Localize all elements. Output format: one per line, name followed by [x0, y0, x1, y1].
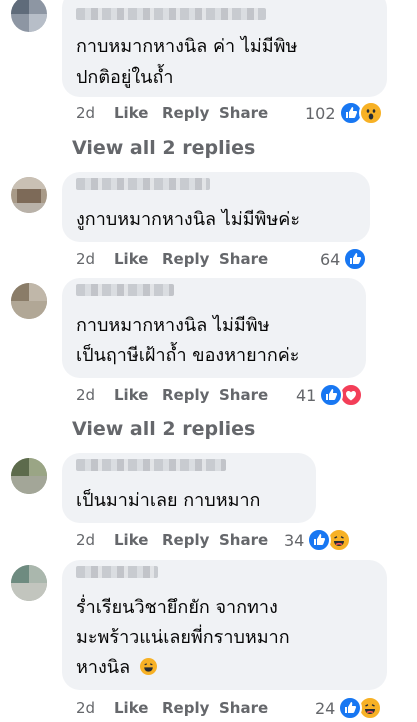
comment-bubble: ร่ำเรียนวิชายึกยัก จากทาง มะพร้าวแน่เลยพ…	[62, 560, 387, 690]
comment-time[interactable]: 2d	[76, 699, 95, 717]
comment-text-line: ร่ำเรียนวิชายึกยัก จากทาง	[76, 597, 278, 618]
commenter-name-redacted[interactable]	[76, 8, 266, 20]
like-button[interactable]: Like	[114, 250, 148, 268]
reactions[interactable]	[319, 383, 365, 407]
comment-time[interactable]: 2d	[76, 531, 95, 549]
like-icon	[338, 696, 362, 720]
commenter-name-redacted[interactable]	[76, 178, 210, 190]
comment-text-line: กาบหมากหางนิล ค่า ไม่มีพิษ	[76, 36, 298, 57]
reply-button[interactable]: Reply	[162, 250, 209, 268]
commenter-name-redacted[interactable]	[76, 284, 174, 296]
comment-bubble: กาบหมากหางนิล ค่า ไม่มีพิษ ปกติอยู่ในถ้ำ	[62, 0, 387, 97]
avatar[interactable]	[11, 565, 47, 601]
share-button[interactable]: Share	[219, 250, 268, 268]
view-replies-link[interactable]: View all 2 replies	[72, 137, 255, 159]
reply-button[interactable]: Reply	[162, 386, 209, 404]
comment-text-line: มะพร้าวแน่เลยพี่กราบหมาก	[76, 627, 290, 648]
view-replies-link[interactable]: View all 2 replies	[72, 418, 255, 440]
comment-time[interactable]: 2d	[76, 386, 95, 404]
share-button[interactable]: Share	[219, 531, 268, 549]
comment-text-line: งูกาบหมากหางนิล ไม่มีพิษค่ะ	[76, 209, 300, 230]
commenter-name-redacted[interactable]	[76, 459, 226, 471]
reactions[interactable]	[343, 247, 369, 271]
comment-time[interactable]: 2d	[76, 250, 95, 268]
comment-time[interactable]: 2d	[76, 104, 95, 122]
reaction-count[interactable]: 41	[296, 386, 316, 405]
avatar[interactable]	[11, 0, 47, 32]
reaction-count[interactable]: 34	[284, 531, 304, 550]
like-button[interactable]: Like	[114, 699, 148, 717]
like-button[interactable]: Like	[114, 386, 148, 404]
reactions[interactable]	[307, 528, 353, 552]
like-button[interactable]: Like	[114, 104, 148, 122]
like-icon	[307, 528, 331, 552]
reaction-count[interactable]: 24	[315, 699, 335, 718]
reply-button[interactable]: Reply	[162, 699, 209, 717]
comment-bubble: งูกาบหมากหางนิล ไม่มีพิษค่ะ	[62, 172, 370, 242]
reactions[interactable]	[338, 696, 384, 720]
comment-text-line-with-emoji: หางนิล	[76, 652, 157, 683]
reaction-count[interactable]: 102	[305, 104, 336, 123]
avatar[interactable]	[11, 177, 47, 213]
avatar[interactable]	[11, 283, 47, 319]
commenter-name-redacted[interactable]	[76, 566, 158, 578]
reaction-count[interactable]: 64	[320, 250, 340, 269]
comment-text-line: เป็นฤาษีเฝ้าถ้ำ ของหายากค่ะ	[76, 345, 300, 366]
wow-icon	[359, 101, 383, 125]
comment-text-line: กาบหมากหางนิล ไม่มีพิษ	[76, 315, 270, 336]
share-button[interactable]: Share	[219, 699, 268, 717]
like-icon	[343, 247, 367, 271]
laughing-emoji-icon	[139, 658, 157, 675]
comment-bubble: เป็นมาม่าเลย กาบหมาก	[62, 453, 316, 523]
comment-text-line: ปกติอยู่ในถ้ำ	[76, 67, 174, 88]
comment-text-line: เป็นมาม่าเลย กาบหมาก	[76, 490, 261, 511]
reactions[interactable]	[339, 101, 385, 125]
comment-bubble: กาบหมากหางนิล ไม่มีพิษ เป็นฤาษีเฝ้าถ้ำ ข…	[62, 278, 366, 378]
avatar[interactable]	[11, 458, 47, 494]
share-button[interactable]: Share	[219, 104, 268, 122]
reply-button[interactable]: Reply	[162, 531, 209, 549]
like-button[interactable]: Like	[114, 531, 148, 549]
reply-button[interactable]: Reply	[162, 104, 209, 122]
share-button[interactable]: Share	[219, 386, 268, 404]
comment-text: หางนิล	[76, 657, 131, 678]
like-icon	[319, 383, 343, 407]
